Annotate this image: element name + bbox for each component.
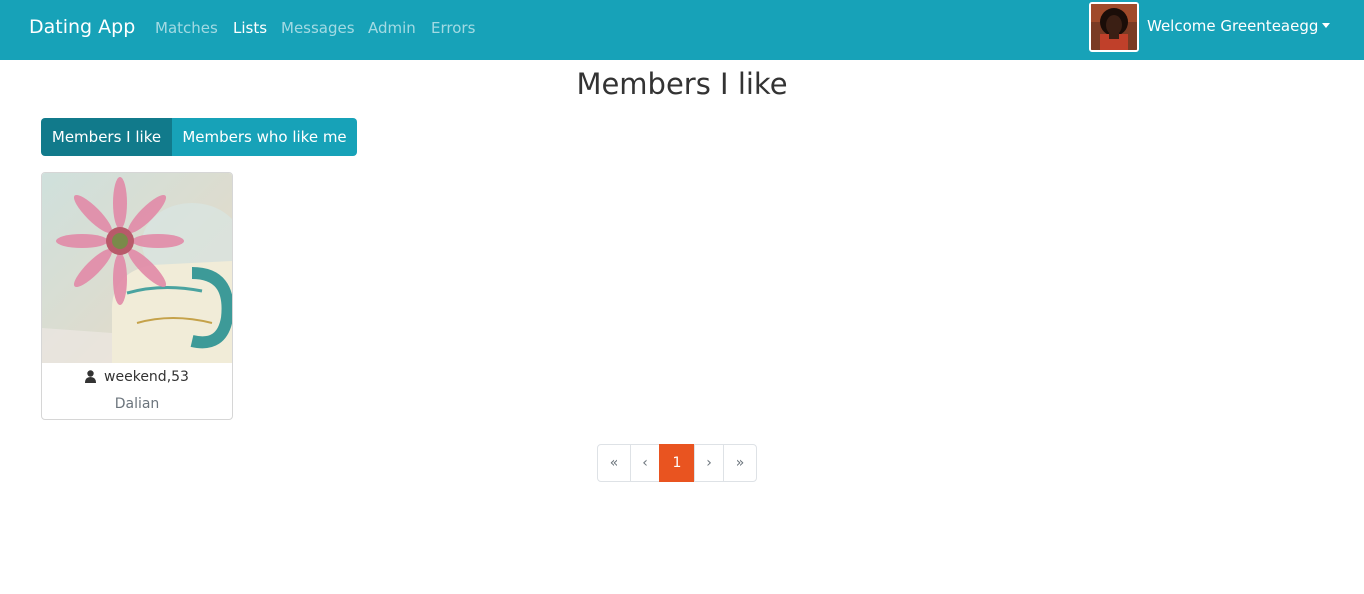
members-who-like-me-button[interactable]: Members who like me bbox=[172, 118, 357, 156]
nav-link-lists[interactable]: Lists bbox=[233, 18, 267, 38]
nav-link-errors[interactable]: Errors bbox=[431, 18, 475, 38]
navbar: Dating App Matches Lists Messages Admin … bbox=[0, 0, 1364, 60]
nav-link-matches[interactable]: Matches bbox=[155, 18, 218, 38]
member-card[interactable]: weekend,53 Dalian bbox=[41, 172, 233, 420]
member-name-text: weekend,53 bbox=[104, 369, 189, 385]
pagination-next-button[interactable]: › bbox=[694, 444, 724, 482]
pagination-prev-button[interactable]: ‹ bbox=[630, 444, 660, 482]
caret-down-icon bbox=[1322, 23, 1331, 28]
nav-link-messages[interactable]: Messages bbox=[281, 18, 355, 38]
member-photo bbox=[42, 173, 232, 363]
user-menu-dropdown[interactable]: Welcome Greenteaegg bbox=[1147, 16, 1331, 36]
pagination-first-button[interactable]: « bbox=[597, 444, 631, 482]
pagination-last-button[interactable]: » bbox=[723, 444, 757, 482]
brand-link[interactable]: Dating App bbox=[29, 15, 135, 39]
user-icon bbox=[85, 370, 97, 383]
pagination-page-1[interactable]: 1 bbox=[659, 444, 695, 482]
member-city: Dalian bbox=[114, 396, 160, 412]
members-i-like-button[interactable]: Members I like bbox=[41, 118, 172, 156]
user-avatar bbox=[1089, 2, 1139, 52]
nav-link-admin[interactable]: Admin bbox=[368, 18, 416, 38]
member-name-age: weekend,53 bbox=[42, 368, 232, 386]
page-title: Members I like bbox=[576, 67, 788, 101]
welcome-text: Welcome Greenteaegg bbox=[1147, 17, 1319, 35]
